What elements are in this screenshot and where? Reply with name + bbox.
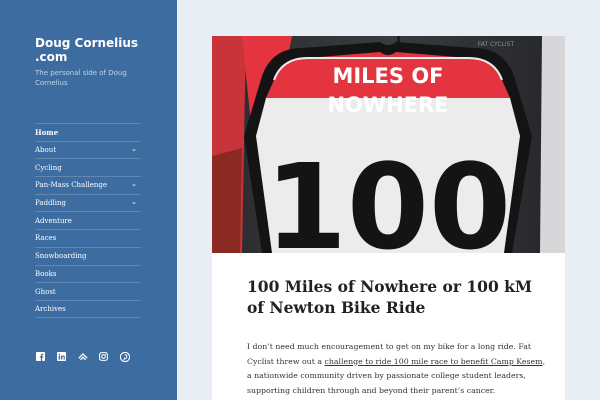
nav-item[interactable]: Pan-Mass Challenge ⌄ [35,176,141,194]
linkedin-icon[interactable] [56,351,67,362]
nav-item[interactable]: Books [35,264,141,283]
sign-number: 100 [265,138,511,253]
post-article: MILES OF NOWHERE 100 FAT CYCLIST 100 Mil… [212,36,565,400]
nav-item[interactable]: Races [35,229,141,247]
nav-item-label[interactable]: Home [35,128,58,137]
instagram-icon[interactable] [98,351,109,362]
camp-kesem-link[interactable]: challenge to ride 100 mile race to benef… [324,357,542,366]
featured-image[interactable]: MILES OF NOWHERE 100 FAT CYCLIST [212,36,565,253]
nav-item-label[interactable]: Archives [35,305,66,313]
nav-item-label[interactable]: About [35,146,56,154]
nav-item[interactable]: Cycling [35,158,141,176]
jersey-brand: FAT CYCLIST [478,41,515,48]
sign-line2: NOWHERE [327,93,448,117]
nav-item[interactable]: Paddling ⌄ [35,193,141,212]
site-title[interactable]: Doug Cornelius .com [35,36,155,64]
jersey-photo: MILES OF NOWHERE 100 FAT CYCLIST [212,36,565,253]
chevron-down-icon[interactable]: ⌄ [131,145,137,153]
social-links [35,351,130,362]
sign-line1: MILES OF [332,64,443,88]
nav-item[interactable]: Ghost [35,282,141,300]
post-title[interactable]: 100 Miles of Nowhere or 100 kM of Newton… [247,276,547,318]
chevron-down-icon[interactable]: ⌄ [131,180,137,188]
nav-item-label[interactable]: Adventure [35,217,72,225]
strava-icon[interactable] [77,351,88,362]
nav-item-label[interactable]: Paddling [35,199,66,207]
nav-item[interactable]: About ⌄ [35,140,141,159]
pinterest-icon[interactable] [119,351,130,362]
nav-item[interactable]: Snowboarding [35,246,141,265]
chevron-down-icon[interactable]: ⌄ [131,198,137,206]
nav-item-label[interactable]: Snowboarding [35,252,86,260]
post-excerpt: I don’t need much encouragement to get o… [247,340,547,398]
facebook-icon[interactable] [35,351,46,362]
nav-item-label[interactable]: Books [35,270,56,278]
nav-item[interactable]: Archives [35,299,141,318]
nav-item-label[interactable]: Cycling [35,164,62,172]
main-navigation: Home About ⌄ Cycling Pan-Mass Challenge ⌄ Padd… [35,123,141,318]
nav-item-label[interactable]: Ghost [35,288,56,296]
nav-item-label[interactable]: Pan-Mass Challenge [35,181,107,189]
nav-item[interactable]: Home [35,123,141,141]
nav-item-label[interactable]: Races [35,234,56,242]
sidebar: Doug Cornelius .com The personal side of… [0,0,177,400]
nav-item[interactable]: Adventure [35,211,141,229]
site-description: The personal side of Doug Cornelius [35,69,127,87]
